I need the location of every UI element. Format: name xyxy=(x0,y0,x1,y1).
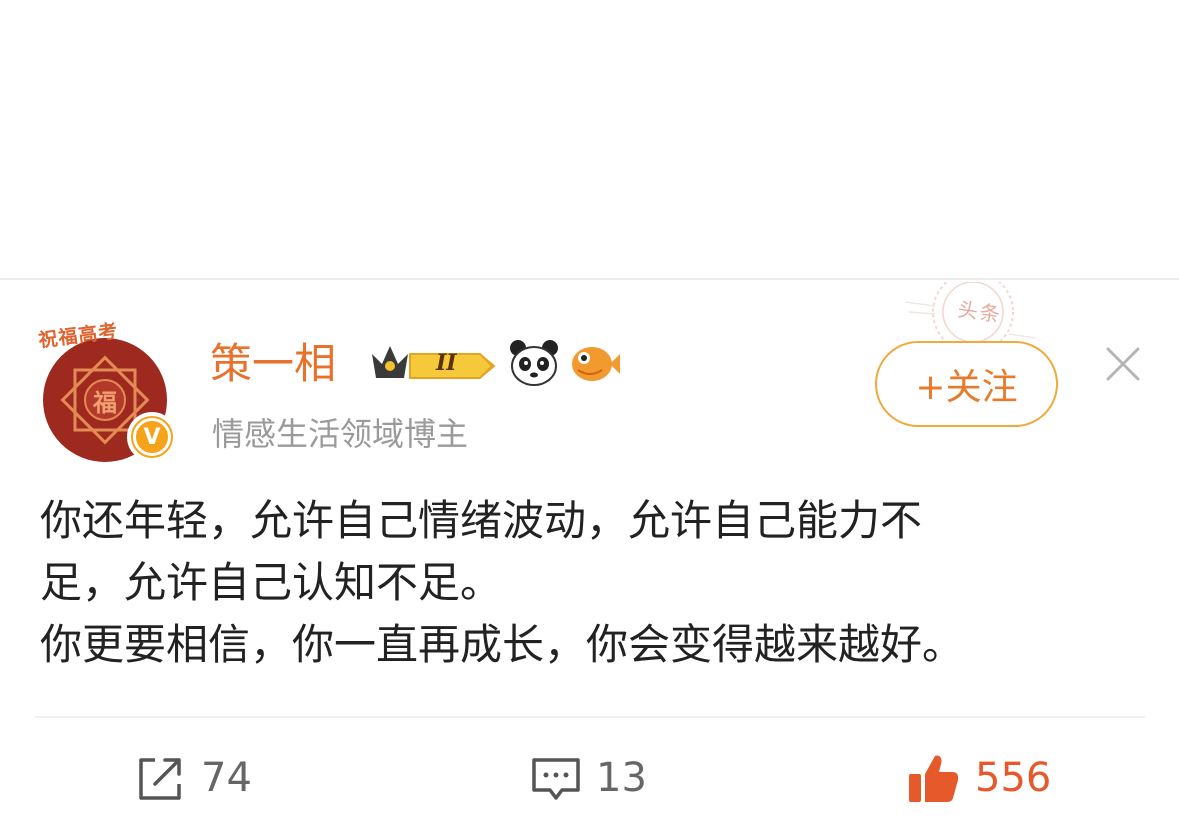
fish-icon xyxy=(572,347,620,381)
level-label: II xyxy=(436,350,457,376)
top-divider xyxy=(0,278,1179,280)
stamp-text: 头条 xyxy=(956,297,1004,327)
verified-icon: V xyxy=(133,418,171,456)
verified-badge: V xyxy=(127,412,177,462)
like-button[interactable]: 556 xyxy=(905,748,1051,808)
share-icon xyxy=(139,758,181,800)
follow-button[interactable]: +关注 xyxy=(875,341,1058,427)
author-bio: 情感生活领域博主 xyxy=(212,415,469,453)
comment-button[interactable]: 13 xyxy=(530,748,647,808)
post-content: 你还年轻，允许自己情绪波动，允许自己能力不 足，允许自己认知不足。 你更要相信，… xyxy=(40,490,1140,676)
share-count: 74 xyxy=(201,755,252,801)
content-line: 你更要相信，你一直再成长，你会变得越来越好。 xyxy=(40,620,965,669)
content-line: 你还年轻，允许自己情绪波动，允许自己能力不 xyxy=(40,496,923,545)
thumbs-up-icon xyxy=(909,755,959,802)
content-line: 足，允许自己认知不足。 xyxy=(40,558,503,607)
close-icon[interactable] xyxy=(1103,344,1143,384)
crown-level-icon[interactable]: II xyxy=(368,340,500,386)
author-name[interactable]: 策一相 xyxy=(210,338,336,390)
comment-icon xyxy=(532,758,580,800)
actions-divider xyxy=(35,716,1145,718)
panda-icon xyxy=(510,340,558,386)
like-count: 556 xyxy=(975,755,1052,801)
weibo-post-card: 头条 祝福高考 福 V 策一相 II 情感生活领域博主 +关注 你还年轻，允许自… xyxy=(0,0,1179,831)
avatar-glyph: 福 xyxy=(93,389,117,417)
share-button[interactable]: 74 xyxy=(135,748,252,808)
comment-count: 13 xyxy=(596,755,647,801)
